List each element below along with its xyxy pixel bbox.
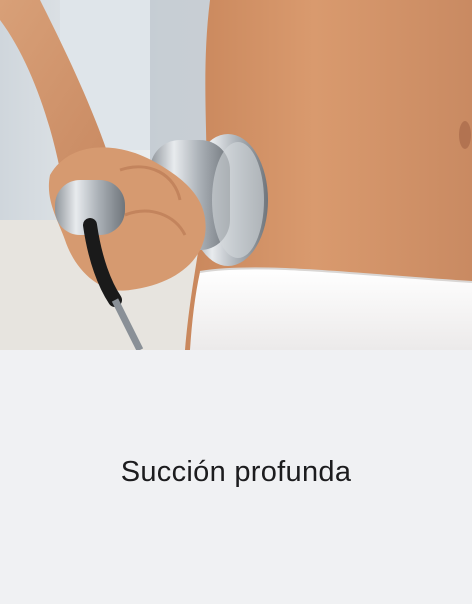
treatment-photo — [0, 0, 472, 350]
card-title: Succión profunda — [120, 455, 352, 488]
treatment-card[interactable]: Succión profunda — [0, 0, 472, 604]
caption-area: Succión profunda — [0, 350, 472, 604]
